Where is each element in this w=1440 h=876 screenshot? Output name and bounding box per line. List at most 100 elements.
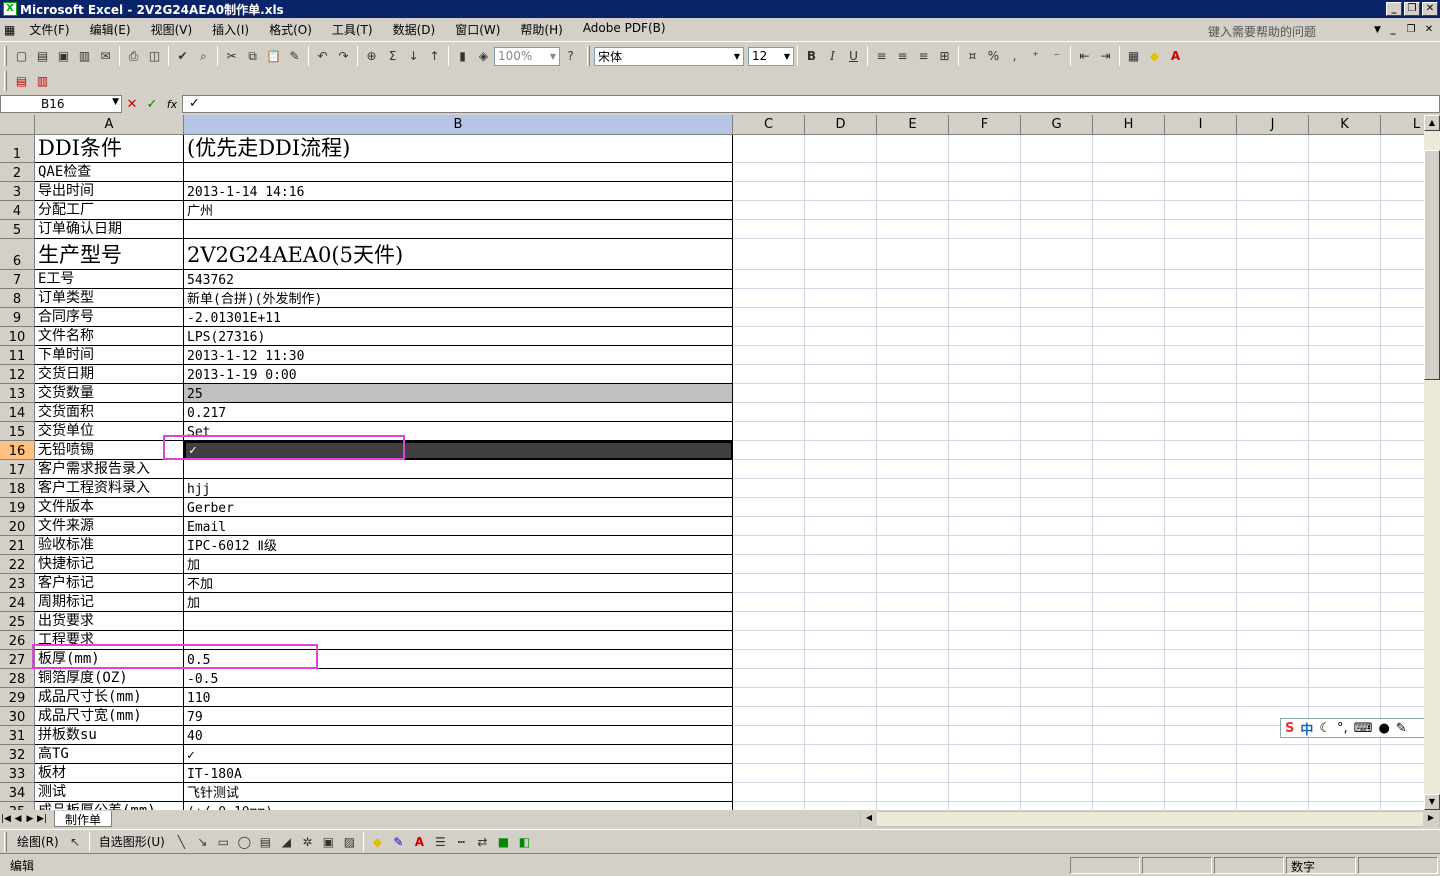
row-header[interactable]: 19 (0, 498, 35, 517)
cell-b-value[interactable]: 新单(合拼)(外发制作) (184, 289, 733, 308)
row-header[interactable]: 7 (0, 270, 35, 289)
wordart-icon[interactable]: ◢ (276, 831, 297, 852)
cell-a-label[interactable]: 成品尺寸宽(mm) (35, 707, 184, 726)
row-header[interactable]: 18 (0, 479, 35, 498)
drawing-icon[interactable]: ◈ (473, 46, 494, 67)
oval-icon[interactable]: ◯ (234, 831, 255, 852)
cell-b-value[interactable]: 543762 (184, 270, 733, 289)
increase-indent-icon[interactable]: ⇥ (1095, 46, 1116, 67)
cell-a-label[interactable]: DDI条件 (35, 135, 184, 163)
row-header[interactable]: 23 (0, 574, 35, 593)
cell-b-value[interactable]: 飞针测试 (184, 783, 733, 802)
new-icon[interactable]: ▢ (11, 46, 32, 67)
first-sheet-icon[interactable]: |◀ (0, 814, 12, 824)
scroll-right-icon[interactable]: ▶ (1423, 811, 1439, 827)
cell-a-label[interactable]: 拼板数su (35, 726, 184, 745)
menu-item-0[interactable]: 文件(F) (19, 21, 79, 38)
cell-a-label[interactable]: 文件来源 (35, 517, 184, 536)
ime-language-toggle[interactable]: 中 (1300, 719, 1313, 738)
row-header[interactable]: 33 (0, 764, 35, 783)
font-name-select[interactable]: 宋体 ▼ (594, 46, 744, 66)
row-header[interactable]: 28 (0, 669, 35, 688)
align-right-icon[interactable]: ≡ (913, 46, 934, 67)
column-header-J[interactable]: J (1237, 115, 1309, 135)
draw-font-color-icon[interactable]: A (409, 831, 430, 852)
scroll-up-icon[interactable]: ▲ (1424, 115, 1440, 131)
cell-a-label[interactable]: 无铅喷锡 (35, 441, 184, 460)
cell-a-label[interactable]: 板材 (35, 764, 184, 783)
dash-style-icon[interactable]: ┅ (451, 831, 472, 852)
insert-function-icon[interactable]: fx (162, 98, 182, 111)
cell-b-value[interactable]: IPC-6012 Ⅱ级 (184, 536, 733, 555)
row-header[interactable]: 29 (0, 688, 35, 707)
cell-a-label[interactable]: 客户需求报告录入 (35, 460, 184, 479)
menu-item-3[interactable]: 插入(I) (202, 21, 259, 38)
menu-item-1[interactable]: 编辑(E) (80, 21, 141, 38)
last-sheet-icon[interactable]: ▶| (36, 814, 48, 824)
column-header-K[interactable]: K (1309, 115, 1381, 135)
cell-b-value[interactable]: hjj (184, 479, 733, 498)
help-search-input[interactable]: 键入需要帮助的问题 (1204, 21, 1374, 39)
cell-a-label[interactable]: 测试 (35, 783, 184, 802)
minimize-button[interactable]: _ (1386, 2, 1402, 16)
cell-a-label[interactable]: 高TG (35, 745, 184, 764)
underline-button[interactable]: U (843, 46, 864, 67)
cell-a-label[interactable]: 订单类型 (35, 289, 184, 308)
select-objects-icon[interactable]: ↖ (65, 831, 86, 852)
cell-b-value[interactable]: 2013-1-14 14:16 (184, 182, 733, 201)
arrow-style-icon[interactable]: ⇄ (472, 831, 493, 852)
cell-b-value[interactable] (184, 460, 733, 479)
chart-wizard-icon[interactable]: ▮ (452, 46, 473, 67)
bold-button[interactable]: B (801, 46, 822, 67)
row-header[interactable]: 8 (0, 289, 35, 308)
decrease-decimal-icon[interactable]: ⁻ (1046, 46, 1067, 67)
cell-a-label[interactable]: 交货单位 (35, 422, 184, 441)
line-icon[interactable]: ╲ (171, 831, 192, 852)
undo-icon[interactable]: ↶ (312, 46, 333, 67)
font-color-icon[interactable]: A (1165, 46, 1186, 67)
email-icon[interactable]: ✉ (95, 46, 116, 67)
row-header[interactable]: 20 (0, 517, 35, 536)
cell-b-value[interactable]: 加 (184, 555, 733, 574)
cell-b-value[interactable]: 79 (184, 707, 733, 726)
help-dropdown-icon[interactable]: ▼ (1374, 25, 1386, 35)
cell-a-label[interactable]: 铜箔厚度(OZ) (35, 669, 184, 688)
cell-b-value[interactable]: Gerber (184, 498, 733, 517)
cell-a-label[interactable]: 交货数量 (35, 384, 184, 403)
draw-menu[interactable]: 绘图(R) (11, 833, 65, 850)
cell-a-label[interactable]: 成品尺寸长(mm) (35, 688, 184, 707)
enter-icon[interactable]: ✓ (142, 97, 162, 112)
close-button[interactable]: ✕ (1422, 2, 1438, 16)
ime-toolbar[interactable]: S 中 ☾ °, ⌨ ● ✎ (1280, 718, 1425, 738)
column-header-H[interactable]: H (1093, 115, 1165, 135)
font-size-select[interactable]: 12 ▼ (748, 46, 794, 66)
cell-b-value[interactable]: 不加 (184, 574, 733, 593)
cell-b-value[interactable]: ✓ (184, 745, 733, 764)
percent-button[interactable]: % (983, 46, 1004, 67)
menu-item-5[interactable]: 工具(T) (322, 21, 383, 38)
arrow-icon[interactable]: ↘ (192, 831, 213, 852)
autosum-icon[interactable]: Σ (382, 46, 403, 67)
cell-a-label[interactable]: 周期标记 (35, 593, 184, 612)
open-icon[interactable]: ▤ (32, 46, 53, 67)
column-header-D[interactable]: D (805, 115, 877, 135)
cell-a-label[interactable]: 交货日期 (35, 365, 184, 384)
cell-b-value[interactable]: (+/-0.10mm) (184, 802, 733, 810)
cell-b-value[interactable]: 广州 (184, 201, 733, 220)
picture-icon[interactable]: ▨ (339, 831, 360, 852)
cancel-icon[interactable]: ✕ (122, 97, 142, 112)
prev-sheet-icon[interactable]: ◀ (12, 814, 24, 824)
menu-item-8[interactable]: 帮助(H) (510, 21, 572, 38)
cell-a-label[interactable]: 验收标准 (35, 536, 184, 555)
row-header[interactable]: 24 (0, 593, 35, 612)
moon-icon[interactable]: ☾ (1319, 721, 1331, 736)
row-header[interactable]: 2 (0, 163, 35, 182)
cell-b-value[interactable]: Email (184, 517, 733, 536)
pdf-email-icon[interactable]: ▥ (32, 71, 53, 92)
copy-icon[interactable]: ⧉ (242, 46, 263, 67)
column-header-L[interactable]: L (1381, 115, 1424, 135)
cell-b-value[interactable] (184, 163, 733, 182)
row-header[interactable]: 21 (0, 536, 35, 555)
horizontal-scrollbar[interactable]: ◀ ▶ (860, 811, 1440, 827)
vertical-scrollbar[interactable]: ▲ ▼ (1424, 115, 1440, 810)
